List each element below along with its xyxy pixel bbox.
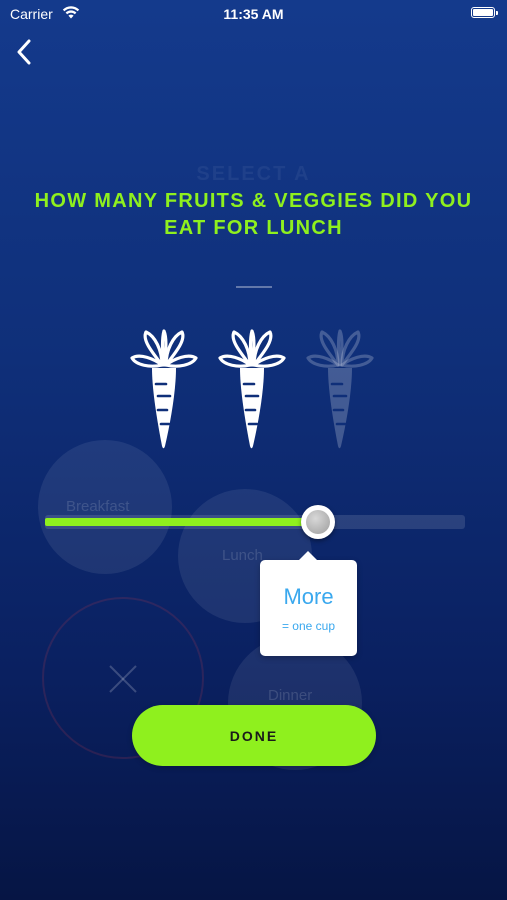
tooltip-label: More xyxy=(283,584,334,609)
slider-thumb[interactable] xyxy=(301,505,335,539)
done-button[interactable]: DONE xyxy=(132,705,376,766)
chevron-left-icon xyxy=(17,39,31,65)
slider-fill xyxy=(45,518,318,526)
amount-tooltip: More = one cup xyxy=(260,551,357,656)
battery-icon xyxy=(471,7,498,18)
question-title: HOW MANY FRUITS & VEGGIES DID YOU EAT FO… xyxy=(34,190,473,239)
title-divider xyxy=(236,286,272,288)
lunch-label: Lunch xyxy=(222,547,263,564)
tooltip-sub-label: = one cup xyxy=(281,619,336,633)
close-icon xyxy=(109,665,137,693)
status-bar: Carrier 11:35 AM xyxy=(0,0,507,28)
dinner-label: Dinner xyxy=(268,687,313,704)
servings-slider[interactable] xyxy=(45,505,465,539)
back-button[interactable] xyxy=(8,36,40,68)
background-title: SELECT A xyxy=(196,163,311,185)
clock: 11:35 AM xyxy=(223,6,284,22)
carrot-icon xyxy=(304,328,376,450)
carrot-icon xyxy=(216,328,288,450)
servings-row xyxy=(128,328,380,452)
carrot-icon xyxy=(128,328,200,450)
